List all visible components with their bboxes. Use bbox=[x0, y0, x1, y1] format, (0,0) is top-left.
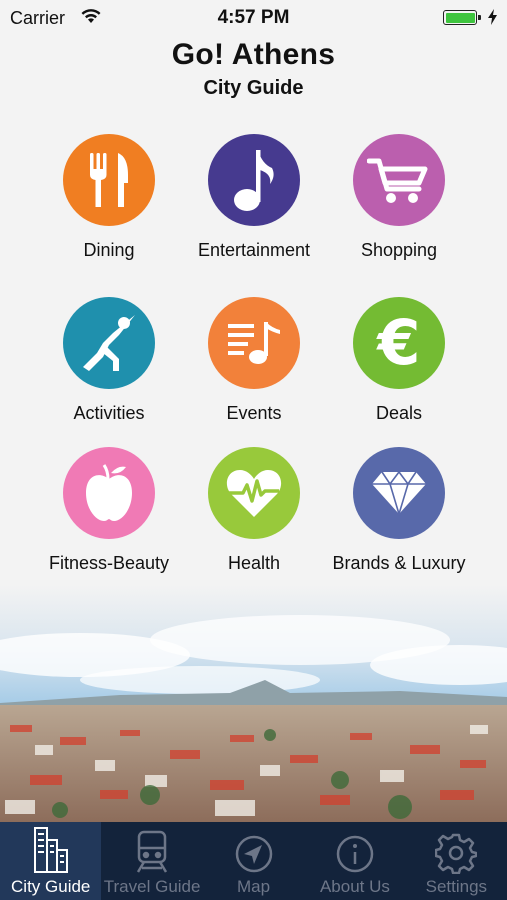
category-deals[interactable]: € Deals bbox=[314, 297, 484, 424]
tab-label: About Us bbox=[319, 877, 390, 896]
category-shopping[interactable]: Shopping bbox=[314, 134, 484, 261]
tab-settings[interactable]: Settings bbox=[406, 822, 507, 900]
category-label: Shopping bbox=[360, 240, 438, 260]
gear-icon bbox=[433, 828, 479, 874]
tab-about-us[interactable]: About Us bbox=[304, 822, 405, 900]
music-note-icon bbox=[208, 134, 300, 226]
tab-city-guide[interactable]: City Guide bbox=[0, 822, 102, 900]
heart-pulse-icon bbox=[208, 447, 300, 539]
tab-label: Map bbox=[236, 877, 271, 896]
athens-skyline-image bbox=[0, 585, 507, 822]
clock: 4:57 PM bbox=[217, 7, 290, 28]
app-subtitle: City Guide bbox=[203, 77, 304, 99]
category-label: Deals bbox=[375, 403, 423, 423]
train-icon bbox=[129, 828, 175, 874]
tab-label: Travel Guide bbox=[103, 877, 201, 896]
battery-icon bbox=[443, 10, 481, 25]
charging-icon bbox=[488, 9, 497, 30]
tab-label: City Guide bbox=[11, 877, 91, 896]
dining-icon bbox=[63, 134, 155, 226]
info-icon bbox=[332, 828, 378, 874]
status-bar: Carrier 4:57 PM bbox=[0, 0, 507, 36]
shopping-cart-icon bbox=[353, 134, 445, 226]
tab-label: Settings bbox=[425, 877, 488, 896]
category-brands-luxury[interactable]: Brands & Luxury bbox=[314, 447, 484, 574]
tab-map[interactable]: Map bbox=[203, 822, 304, 900]
events-icon bbox=[208, 297, 300, 389]
app-title: Go! Athens bbox=[171, 38, 336, 71]
activities-icon bbox=[63, 297, 155, 389]
tab-bar: City Guide Travel Guide Map About Us Set… bbox=[0, 822, 507, 900]
diamond-icon bbox=[353, 447, 445, 539]
category-label: Brands & Luxury bbox=[332, 553, 466, 573]
buildings-icon bbox=[28, 827, 74, 874]
tab-travel-guide[interactable]: Travel Guide bbox=[101, 822, 202, 900]
compass-icon bbox=[231, 828, 277, 874]
apple-icon bbox=[63, 447, 155, 539]
euro-icon: € bbox=[353, 297, 445, 389]
